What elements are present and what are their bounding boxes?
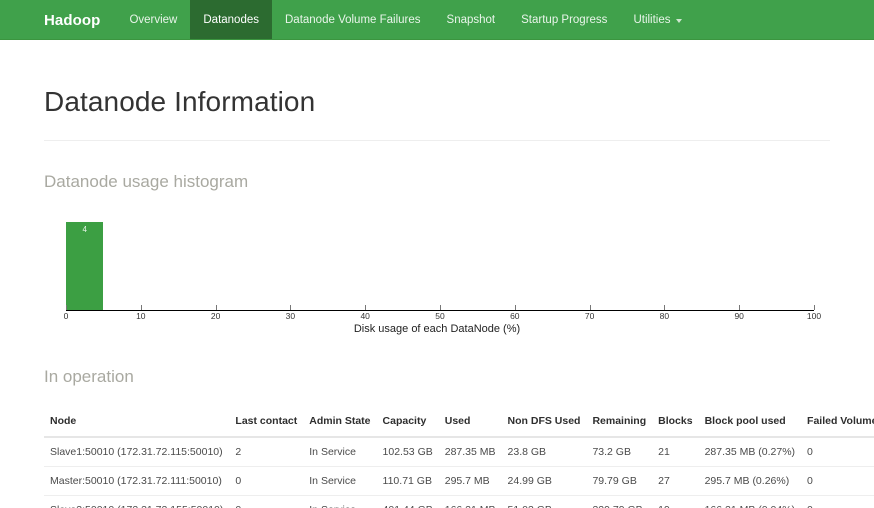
cell-failed-volumes: 0: [801, 495, 874, 508]
nav-item-label: Overview: [129, 14, 178, 26]
cell-block-pool-used: 295.7 MB (0.26%): [698, 466, 802, 496]
nav-item-label: Snapshot: [446, 14, 496, 26]
nav-item-startup-progress[interactable]: Startup Progress: [508, 0, 620, 40]
x-axis-tick-label: 80: [659, 311, 670, 321]
histogram-bar-label: 4: [82, 224, 87, 234]
th-failed-volumes[interactable]: Failed Volumes: [801, 409, 874, 438]
x-axis-tick-label: 70: [584, 311, 595, 321]
cell-non-dfs-used: 51.03 GB: [501, 495, 587, 508]
th-admin-state[interactable]: Admin State: [303, 409, 377, 438]
x-axis-tick-label: 90: [734, 311, 744, 321]
histogram-bar[interactable]: 4: [66, 221, 104, 310]
cell-last-contact: 0: [229, 495, 304, 508]
cell-used: 287.35 MB: [444, 446, 496, 458]
x-axis-tick-label: 100: [806, 311, 822, 321]
x-axis-tick: [215, 305, 217, 310]
x-axis-tick: [514, 305, 516, 310]
nav-item-overview[interactable]: Overview: [116, 0, 190, 40]
cell-non-dfs-used: 23.8 GB: [507, 446, 547, 458]
x-axis-tick: [664, 305, 666, 310]
nav-item-label: Datanode Volume Failures: [285, 14, 421, 26]
cell-block-pool-used: 166.21 MB (0.04%): [698, 495, 802, 508]
table-header-row: Node Last contact Admin State Capacity U…: [44, 409, 874, 438]
datanode-usage-histogram: 4 0 10 20 30 40 50 60 70 80 90 100 Disk usage of e…: [44, 206, 830, 336]
cell-capacity: 110.71 GB: [376, 466, 439, 496]
x-axis-tick: [814, 305, 815, 310]
cell-node: Slave1:50010 (172.31.72.115:50010): [50, 446, 223, 458]
cell-remaining: 79.79 GB: [586, 466, 653, 496]
nav-item-label: Startup Progress: [521, 14, 608, 26]
th-blocks[interactable]: Blocks: [652, 409, 699, 438]
table-header: Node Last contact Admin State Capacity U…: [44, 409, 874, 438]
x-axis-tick: [290, 305, 292, 310]
page-container: Datanode Information Datanode usage hist…: [0, 86, 874, 508]
cell-remaining: 73.2 GB: [592, 446, 631, 458]
navbar-items: Overview Datanodes Datanode Volume Failure…: [116, 0, 694, 40]
cell-blocks: 27: [652, 466, 699, 496]
cell-admin-state: In Service: [303, 466, 377, 496]
x-axis-tick: [66, 305, 67, 310]
page-title: Datanode Information: [44, 86, 830, 141]
x-axis-tick-label: 50: [435, 311, 445, 321]
cell-blocks: 21: [658, 446, 670, 458]
x-axis-tick-label: 0: [63, 311, 69, 321]
nav-item-utilities[interactable]: Utilities: [620, 0, 694, 40]
table-body: Slave1:50010 (172.31.72.115:50010) 2 In Se…: [44, 437, 874, 508]
top-navbar: Hadoop Overview Datanodes Datanode Volume …: [0, 0, 874, 40]
nav-item-snapshot[interactable]: Snapshot: [434, 0, 509, 40]
chevron-down-icon: [675, 19, 682, 23]
x-axis-tick-label: 60: [510, 311, 520, 321]
x-axis-tick-label: 40: [360, 311, 370, 321]
in-operation-heading: In operation: [44, 367, 134, 386]
cell-last-contact: 2: [235, 446, 242, 458]
x-axis-tick-label: 10: [136, 311, 146, 321]
nav-item-datanode-volume-failures[interactable]: Datanode Volume Failures: [272, 0, 434, 40]
x-axis-tick: [140, 305, 142, 310]
table-row[interactable]: Slave1:50010 (172.31.72.115:50010) 2 In Se…: [44, 437, 874, 467]
x-axis-tick-label: 30: [285, 311, 296, 321]
cell-block-pool-used: 287.35 MB (0.27%): [704, 446, 796, 458]
th-capacity[interactable]: Capacity: [376, 409, 439, 438]
x-axis-tick: [365, 305, 367, 310]
cell-admin-state: In Service: [309, 446, 356, 458]
brand-logo[interactable]: Hadoop: [28, 0, 116, 40]
cell-blocks: 19: [652, 495, 699, 508]
histogram-plot-area: 4: [66, 214, 814, 310]
x-axis-tick: [739, 305, 741, 310]
table-row[interactable]: Slave3:50010 (172.31.72.155:50010)0In Se…: [44, 495, 874, 508]
datanode-table: Node Last contact Admin State Capacity U…: [44, 409, 874, 508]
cell-remaining: 329.79 GB: [586, 495, 653, 508]
th-last-contact[interactable]: Last contact: [229, 409, 304, 438]
histogram-heading: Datanode usage histogram: [44, 172, 249, 191]
cell-admin-state: In Service: [303, 495, 377, 508]
cell-node: Slave3:50010 (172.31.72.155:50010): [44, 495, 230, 508]
th-remaining[interactable]: Remaining: [586, 409, 653, 438]
cell-failed-volumes: 0: [801, 466, 874, 496]
th-used[interactable]: Used: [438, 409, 502, 438]
th-non-dfs-used[interactable]: Non DFS Used: [501, 409, 587, 438]
cell-used: 295.7 MB: [438, 466, 502, 496]
table-row[interactable]: Master:50010 (172.31.72.111:50010) 0 In Se…: [44, 466, 874, 496]
cell-node: Master:50010 (172.31.72.111:50010): [44, 466, 230, 496]
th-node[interactable]: Node: [44, 409, 230, 438]
nav-item-datanodes[interactable]: Datanodes: [190, 0, 272, 40]
cell-failed-volumes: 0: [807, 446, 813, 458]
cell-used: 166.21 MB: [438, 495, 502, 508]
cell-non-dfs-used: 24.99 GB: [501, 466, 587, 496]
cell-last-contact: 0: [229, 466, 304, 496]
th-block-pool-used[interactable]: Block pool used: [698, 409, 802, 438]
x-axis-tick-label: 20: [210, 311, 221, 321]
cell-capacity: 401.44 GB: [376, 495, 439, 508]
cell-capacity: 102.53 GB: [382, 446, 433, 458]
nav-item-label: Datanodes: [203, 14, 259, 26]
x-axis-tick: [589, 305, 591, 310]
x-axis-tick: [440, 305, 441, 310]
nav-item-label: Utilities: [633, 14, 671, 26]
x-axis-title: Disk usage of each DataNode (%): [353, 323, 521, 335]
